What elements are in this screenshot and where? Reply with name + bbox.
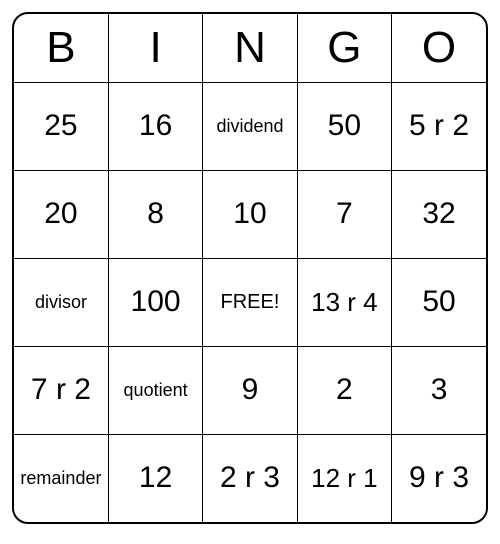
header-o: O: [392, 14, 486, 82]
bingo-cell[interactable]: FREE!: [203, 258, 297, 346]
bingo-cell[interactable]: 3: [392, 346, 486, 434]
bingo-table: B I N G O 2516dividend505 r 220810732div…: [14, 14, 486, 522]
bingo-cell[interactable]: 5 r 2: [392, 82, 486, 170]
bingo-cell[interactable]: 12 r 1: [297, 434, 391, 522]
bingo-row: remainder122 r 312 r 19 r 3: [14, 434, 486, 522]
bingo-cell[interactable]: quotient: [108, 346, 202, 434]
bingo-row: 7 r 2quotient923: [14, 346, 486, 434]
bingo-row: 2516dividend505 r 2: [14, 82, 486, 170]
bingo-cell[interactable]: 9 r 3: [392, 434, 486, 522]
bingo-cell[interactable]: 2 r 3: [203, 434, 297, 522]
bingo-cell[interactable]: 12: [108, 434, 202, 522]
bingo-cell[interactable]: 50: [392, 258, 486, 346]
bingo-row: 20810732: [14, 170, 486, 258]
bingo-cell[interactable]: 9: [203, 346, 297, 434]
header-i: I: [108, 14, 202, 82]
bingo-cell[interactable]: 100: [108, 258, 202, 346]
bingo-cell[interactable]: dividend: [203, 82, 297, 170]
bingo-cell[interactable]: 32: [392, 170, 486, 258]
header-row: B I N G O: [14, 14, 486, 82]
bingo-cell[interactable]: 25: [14, 82, 108, 170]
header-n: N: [203, 14, 297, 82]
header-g: G: [297, 14, 391, 82]
bingo-card: B I N G O 2516dividend505 r 220810732div…: [12, 12, 488, 524]
bingo-row: divisor100FREE!13 r 450: [14, 258, 486, 346]
header-b: B: [14, 14, 108, 82]
bingo-cell[interactable]: 13 r 4: [297, 258, 391, 346]
bingo-cell[interactable]: 2: [297, 346, 391, 434]
bingo-cell[interactable]: 20: [14, 170, 108, 258]
bingo-cell[interactable]: remainder: [14, 434, 108, 522]
bingo-cell[interactable]: 50: [297, 82, 391, 170]
bingo-cell[interactable]: 7: [297, 170, 391, 258]
bingo-cell[interactable]: 10: [203, 170, 297, 258]
bingo-cell[interactable]: divisor: [14, 258, 108, 346]
bingo-cell[interactable]: 16: [108, 82, 202, 170]
bingo-cell[interactable]: 7 r 2: [14, 346, 108, 434]
bingo-cell[interactable]: 8: [108, 170, 202, 258]
